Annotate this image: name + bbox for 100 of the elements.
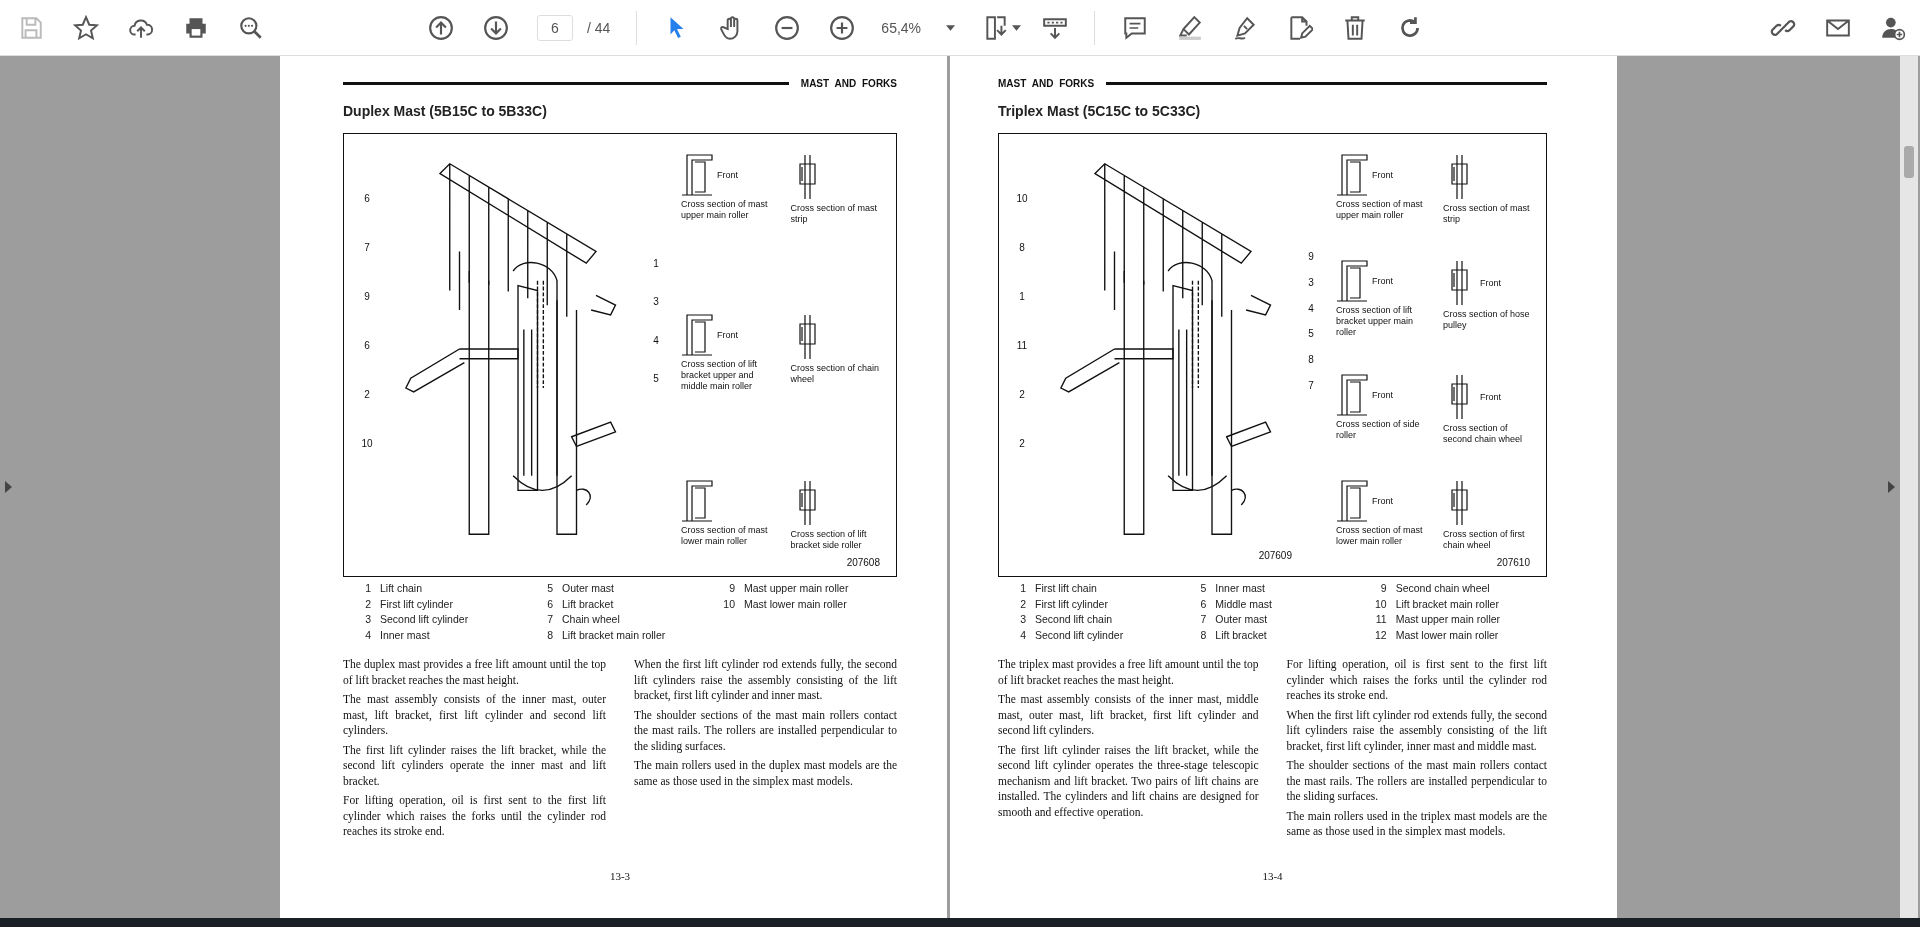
callout-number: 1 xyxy=(1019,291,1025,302)
arrow-down-icon xyxy=(482,14,509,41)
left-panel-toggle-icon[interactable] xyxy=(5,481,12,493)
section-header: MAST AND FORKS xyxy=(800,78,897,89)
front-label: Front xyxy=(717,170,738,180)
callout-number: 5 xyxy=(653,373,659,385)
cross-section-drawing xyxy=(1451,373,1468,420)
callout-number: 11 xyxy=(1016,340,1028,351)
section-caption: Cross section of mast lower main roller xyxy=(1336,525,1424,547)
body-paragraph: The main rollers used in the duplex mast models are the same as those used in the simplex mast models. xyxy=(634,758,897,789)
callout-number: 7 xyxy=(364,242,370,253)
star-icon xyxy=(72,14,99,41)
front-label: Front xyxy=(1372,170,1393,180)
callout-number: 10 xyxy=(361,438,373,449)
search-icon xyxy=(237,14,264,41)
zoom-out-icon xyxy=(773,14,800,41)
legend-number: 8 xyxy=(1199,627,1207,643)
legend-number: 6 xyxy=(546,596,553,612)
legend-label: Lift bracket xyxy=(562,596,614,612)
legend-number: 7 xyxy=(546,612,553,627)
legend-number: 8 xyxy=(546,627,553,643)
legend-label: Mast lower main roller xyxy=(1395,627,1499,643)
section-header: MAST AND FORKS xyxy=(998,78,1095,89)
section-caption: Cross section of first chain wheel xyxy=(1443,529,1526,551)
page-number-field[interactable]: 6 xyxy=(537,14,573,41)
body-paragraph: The shoulder sections of the mast main rollers contact the mast rails. The rollers are installed perpendicular to the sliding surfaces. xyxy=(634,707,897,754)
page-number: 13-4 xyxy=(1261,869,1284,882)
body-paragraph: The main rollers used in the triplex mast models are the same as those used in the simplex mast models. xyxy=(1286,808,1547,840)
section-caption: Cross section of second chain wheel xyxy=(1443,422,1524,445)
callout-number: 2 xyxy=(1019,438,1025,449)
callout-number: 8 xyxy=(1308,353,1314,365)
figure-number: 207608 xyxy=(846,557,880,568)
page-count: / 44 xyxy=(587,19,611,36)
cross-section-drawing xyxy=(1336,480,1368,522)
legend-label: Chain wheel xyxy=(562,612,620,627)
body-paragraph: The triplex mast provides a free lift amount until the top of lift bracket reaches the mast height. xyxy=(998,657,1259,688)
cross-section-drawing xyxy=(1451,480,1468,526)
front-label: Front xyxy=(1372,389,1393,400)
section-caption: Cross section of mast strip xyxy=(790,203,879,225)
legend-number: 10 xyxy=(722,596,735,612)
section-caption: Cross section of lift bracket upper and middle main roller xyxy=(681,358,759,392)
legend-label: Outer mast xyxy=(562,581,614,596)
legend-number: 2 xyxy=(1019,596,1026,612)
zoom-in-icon xyxy=(828,14,855,41)
front-label: Front xyxy=(1372,276,1393,287)
legend-label: Inner mast xyxy=(1215,581,1265,596)
legend-label: Inner mast xyxy=(380,627,430,643)
body-paragraph: When the first lift cylinder rod extends fully, the second lift cylinders raise the assembly consisting of the lift bracket, first lift cylinder and inner mast. xyxy=(634,657,897,704)
page-number: 13-3 xyxy=(608,869,632,882)
legend-number: 3 xyxy=(364,612,371,627)
legend-label: Mast lower main roller xyxy=(744,596,847,612)
section-caption: Cross section of hose pulley xyxy=(1443,309,1531,332)
scrollbar[interactable] xyxy=(1900,56,1918,918)
callout-number: 4 xyxy=(653,334,659,346)
legend-label: First lift cylinder xyxy=(380,596,453,612)
scrollbar-thumb[interactable] xyxy=(1904,146,1914,178)
callout-number: 7 xyxy=(1308,379,1314,391)
front-label: Front xyxy=(1480,278,1501,289)
callout-number: 1 xyxy=(653,257,659,269)
body-paragraph: The first lift cylinder raises the lift bracket, while the second lift cylinder operates the three-stage telescopic mechanism and lift bracket. Two pairs of lift chains are installed. The cylinders and lift chains are designed for smooth and effective operation. xyxy=(998,742,1259,820)
callout-number: 9 xyxy=(364,291,370,302)
legend-number: 4 xyxy=(1019,627,1026,643)
arrow-up-icon xyxy=(427,14,454,41)
comment-icon xyxy=(1121,14,1148,41)
legend-label: First lift chain xyxy=(1035,581,1097,596)
legend-number: 6 xyxy=(1199,596,1207,612)
cross-section-drawing xyxy=(798,313,816,360)
cross-section-drawing xyxy=(681,313,713,356)
callout-number: 2 xyxy=(1019,389,1025,400)
legend-number: 1 xyxy=(1019,581,1026,596)
callout-number: 6 xyxy=(364,340,370,351)
callout-number: 5 xyxy=(1308,328,1314,340)
legend-number: 12 xyxy=(1373,627,1387,643)
body-paragraph: When the first lift cylinder rod extends fully, the second lift cylinders raise the assembly consisting of the lift bracket, first lift cylinder, inner mast and middle mast. xyxy=(1286,707,1547,754)
callout-number: 6 xyxy=(364,193,370,204)
legend-label: Second lift chain xyxy=(1035,612,1113,627)
cross-section-drawing xyxy=(681,480,713,522)
body-paragraph: The mast assembly consists of the inner mast, outer mast, lift bracket, first lift cylinder and second lift cylinders. xyxy=(343,692,606,739)
cross-section-drawing xyxy=(1336,154,1368,196)
cross-section-drawing xyxy=(1451,154,1468,200)
zoom-dropdown[interactable]: 65,4% xyxy=(875,13,962,42)
legend-number: 1 xyxy=(364,581,371,596)
legend-number: 2 xyxy=(364,596,371,612)
legend-label: Middle mast xyxy=(1215,596,1272,612)
section-caption: Cross section of mast upper main roller xyxy=(681,199,769,221)
legend-label: Second chain wheel xyxy=(1395,581,1490,596)
section-caption: Cross section of mast upper main roller xyxy=(1336,199,1424,221)
caret-icon xyxy=(946,24,956,31)
legend-number: 3 xyxy=(1019,612,1026,627)
legend-label: Second lift cylinder xyxy=(1035,627,1124,643)
body-paragraph: For lifting operation, oil is first sent to the first lift cylinder which raises the forks until the cylinder rod reaches its stroke end. xyxy=(1286,657,1547,703)
legend-number: 10 xyxy=(1373,596,1387,612)
legend-number: 7 xyxy=(1199,612,1207,627)
front-label: Front xyxy=(1372,496,1393,506)
legend-number: 9 xyxy=(1379,581,1387,596)
caret-icon xyxy=(1012,24,1022,31)
legend-label: Outer mast xyxy=(1215,612,1268,627)
callout-number: 4 xyxy=(1308,302,1314,314)
cross-section-drawing xyxy=(681,154,713,196)
section-caption: Cross section of mast strip xyxy=(1443,203,1531,225)
